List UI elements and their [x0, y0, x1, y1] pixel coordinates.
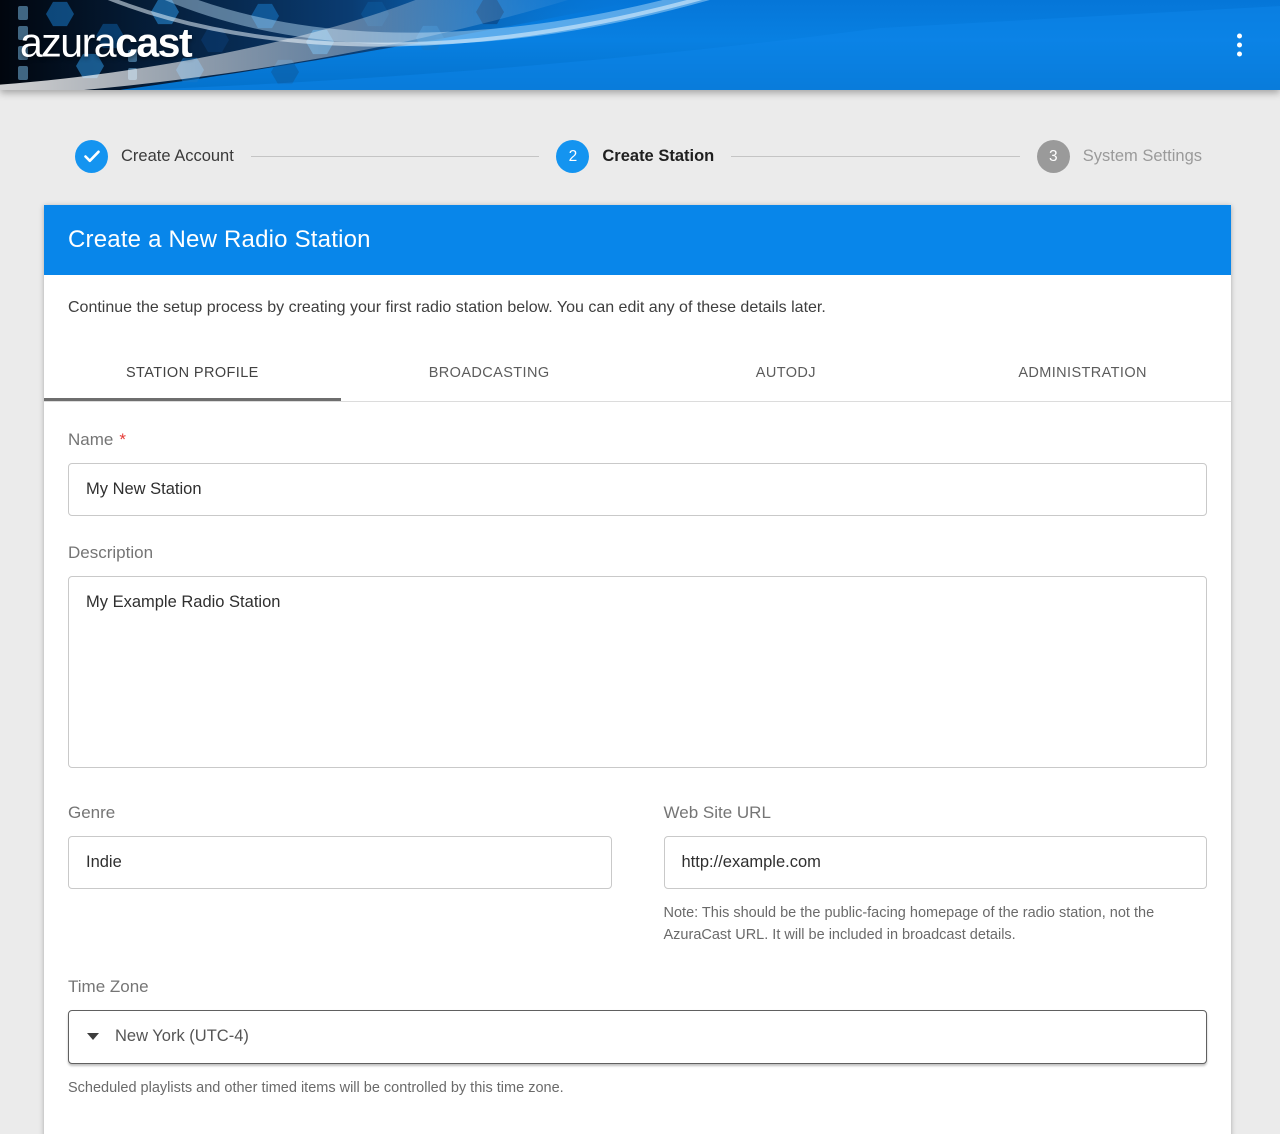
genre-url-row: Genre Web Site URL Note: This should be … — [68, 803, 1207, 947]
create-station-card: Create a New Radio Station Continue the … — [44, 205, 1231, 1134]
station-profile-form: Name * Description My Example Radio Stat… — [44, 402, 1231, 1134]
name-field-group: Name * — [68, 430, 1207, 516]
kebab-menu-button[interactable] — [1231, 28, 1248, 63]
stepper-connector — [731, 156, 1020, 157]
tab-autodj[interactable]: AutoDJ — [638, 344, 935, 401]
tab-administration[interactable]: Administration — [934, 344, 1231, 401]
card-header: Create a New Radio Station — [44, 205, 1231, 275]
website-url-input[interactable] — [664, 836, 1208, 889]
label-text: Time Zone — [68, 977, 149, 997]
description-label: Description — [68, 543, 1207, 563]
genre-label: Genre — [68, 803, 612, 823]
step-system-settings: 3 System Settings — [1037, 140, 1202, 173]
website-url-field-group: Web Site URL Note: This should be the pu… — [664, 803, 1208, 947]
required-asterisk: * — [119, 430, 126, 450]
step-label: Create Station — [602, 147, 714, 166]
timezone-field-group: Time Zone New York (UTC-4) Scheduled pla… — [68, 977, 1207, 1099]
setup-stepper: Create Account 2 Create Station 3 System… — [75, 140, 1202, 173]
kebab-dot — [1237, 34, 1242, 39]
step-create-account: Create Account — [75, 140, 234, 173]
logo-text-cast: cast — [115, 20, 191, 66]
description-field-group: Description My Example Radio Station — [68, 543, 1207, 773]
check-icon — [75, 140, 108, 173]
step-marker: 3 — [1037, 140, 1070, 173]
stepper-connector — [251, 156, 540, 157]
timezone-note: Scheduled playlists and other timed item… — [68, 1077, 1207, 1099]
name-label: Name * — [68, 430, 1207, 450]
timezone-selected-value: New York (UTC-4) — [115, 1027, 249, 1046]
genre-input[interactable] — [68, 836, 612, 889]
station-tabs: Station Profile Broadcasting AutoDJ Admi… — [44, 344, 1231, 402]
step-create-station: 2 Create Station — [556, 140, 714, 173]
kebab-dot — [1237, 43, 1242, 48]
tab-station-profile[interactable]: Station Profile — [44, 344, 341, 401]
setup-page: azuracast Create Account 2 Create Statio… — [0, 0, 1280, 1134]
label-text: Description — [68, 543, 153, 563]
website-url-note: Note: This should be the public-facing h… — [664, 902, 1208, 947]
azuracast-logo: azuracast — [20, 20, 191, 67]
timezone-select[interactable]: New York (UTC-4) — [68, 1010, 1207, 1064]
timezone-label: Time Zone — [68, 977, 1207, 997]
website-url-label: Web Site URL — [664, 803, 1208, 823]
banner-art-graphic — [0, 0, 1280, 90]
chevron-down-icon — [87, 1033, 99, 1040]
intro-text: Continue the setup process by creating y… — [44, 275, 1231, 317]
step-marker: 2 — [556, 140, 589, 173]
page-title: Create a New Radio Station — [68, 226, 371, 254]
step-label: System Settings — [1083, 147, 1202, 166]
genre-field-group: Genre — [68, 803, 612, 947]
app-header-banner: azuracast — [0, 0, 1280, 90]
logo-text-azura: azura — [20, 20, 115, 66]
label-text: Web Site URL — [664, 803, 771, 823]
kebab-dot — [1237, 52, 1242, 57]
label-text: Genre — [68, 803, 115, 823]
description-textarea[interactable]: My Example Radio Station — [68, 576, 1207, 768]
step-label: Create Account — [121, 147, 234, 166]
label-text: Name — [68, 430, 113, 450]
tab-broadcasting[interactable]: Broadcasting — [341, 344, 638, 401]
name-input[interactable] — [68, 463, 1207, 516]
